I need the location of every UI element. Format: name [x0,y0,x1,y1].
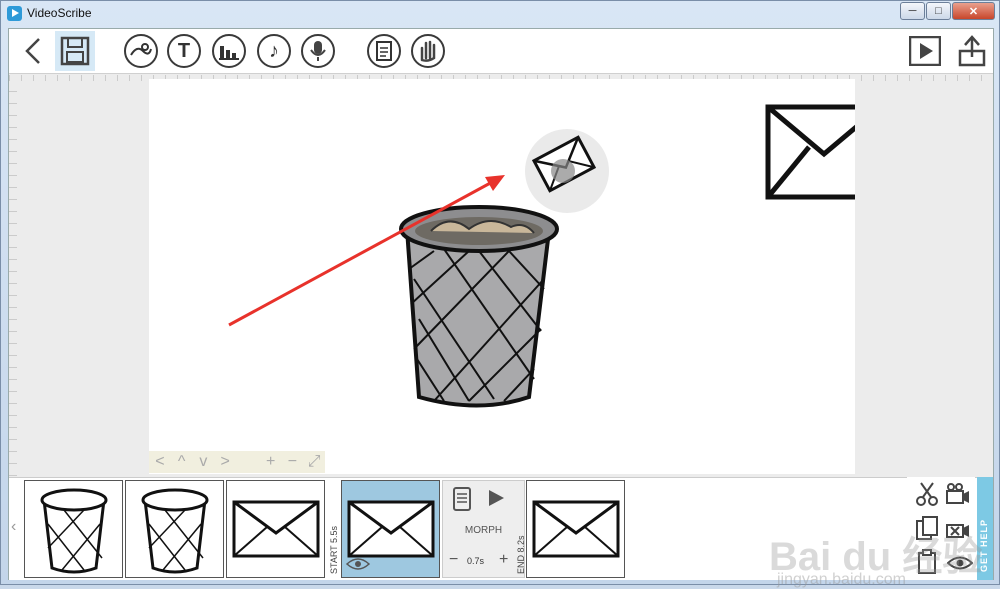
element-properties-panel: MORPH − 0.7s + [442,480,525,578]
pan-up-button[interactable]: ^ [171,453,193,471]
increase-duration-button[interactable]: + [499,551,508,569]
trash-thumbnail-image [40,488,107,574]
close-button[interactable]: ✕ [952,2,995,20]
back-button[interactable] [15,33,51,69]
timeline-thumbnail[interactable] [24,480,123,578]
save-disk-icon [60,36,90,66]
main-toolbar: T ♪ [9,29,993,74]
fit-screen-button[interactable]: ⤢ [303,453,325,471]
scissors-icon[interactable] [915,481,939,507]
envelope-thumbnail-image [532,500,619,558]
add-image-button[interactable] [124,34,158,68]
start-label: START [329,545,339,574]
chevron-left-icon [25,38,40,64]
document-icon [376,41,392,61]
timeline-thumbnail-selected[interactable] [341,480,440,578]
canvas-drawing [228,104,855,408]
properties-document-icon[interactable] [453,487,471,511]
upload-icon [958,35,986,67]
videoscribe-logo-icon [7,6,22,21]
canvas-navigation: < ^ v > + − ⤢ [149,451,325,473]
hand-button[interactable] [411,34,445,68]
add-music-button[interactable]: ♪ [257,34,291,68]
eye-icon[interactable] [346,557,370,571]
zoom-in-button[interactable]: + [260,453,282,471]
envelope-thumbnail-image [347,500,434,558]
timeline-thumbnail[interactable] [125,480,224,578]
start-time: 5.5s [329,525,339,543]
duration-value: 0.7s [467,556,485,566]
trash-thumbnail-image [141,488,208,574]
image-icon [130,43,152,56]
end-label: END [516,554,526,574]
play-element-icon[interactable] [487,489,505,507]
app-window: VideoScribe ─ □ ✕ T ♪ < ^ v > + − ⤢ ‹ ST… [0,0,1000,588]
pan-left-button[interactable]: < [149,453,171,471]
window-title: VideoScribe [27,6,92,20]
decrease-duration-button[interactable]: − [449,551,458,569]
play-icon [909,36,941,66]
timeline-thumbnail[interactable] [226,480,325,578]
scribe-properties-button[interactable] [367,34,401,68]
scribe-canvas[interactable] [149,79,855,474]
pan-down-button[interactable]: v [193,453,215,471]
timeline-thumbnail[interactable] [526,480,625,578]
minimize-button[interactable]: ─ [900,2,925,20]
add-chart-button[interactable] [212,34,246,68]
trash-can-image[interactable] [399,205,559,408]
start-time-label: START 5.5s [329,526,339,574]
timeline-scroll-left-icon[interactable]: ‹ [11,518,16,536]
share-export-button[interactable] [954,33,990,69]
app-area: T ♪ < ^ v > + − ⤢ ‹ START 5.5s MORPH − 0… [8,28,994,588]
chart-icon [219,46,239,60]
microphone-icon [310,41,326,61]
title-bar: VideoScribe ─ □ ✕ [1,1,1000,27]
music-note-icon: ♪ [269,39,279,62]
watermark-url: jingyan.baidu.com [777,571,906,588]
camera-set-icon[interactable] [945,481,971,507]
large-envelope-image[interactable] [765,104,855,200]
hand-icon [420,40,436,62]
text-icon: T [177,39,191,62]
play-preview-button[interactable] [907,33,943,69]
pan-right-button[interactable]: > [214,453,236,471]
end-time: 8.2s [516,535,526,553]
add-text-button[interactable]: T [167,34,201,68]
move-handle-icon[interactable] [551,159,575,183]
end-time-label: END 8.2s [516,535,526,574]
envelope-thumbnail-image [232,500,319,558]
zoom-out-button[interactable]: − [281,453,303,471]
save-button[interactable] [55,31,95,71]
voiceover-button[interactable] [301,34,335,68]
ruler-vertical [9,81,17,476]
maximize-button[interactable]: □ [926,2,951,20]
transition-label[interactable]: MORPH [443,525,524,536]
